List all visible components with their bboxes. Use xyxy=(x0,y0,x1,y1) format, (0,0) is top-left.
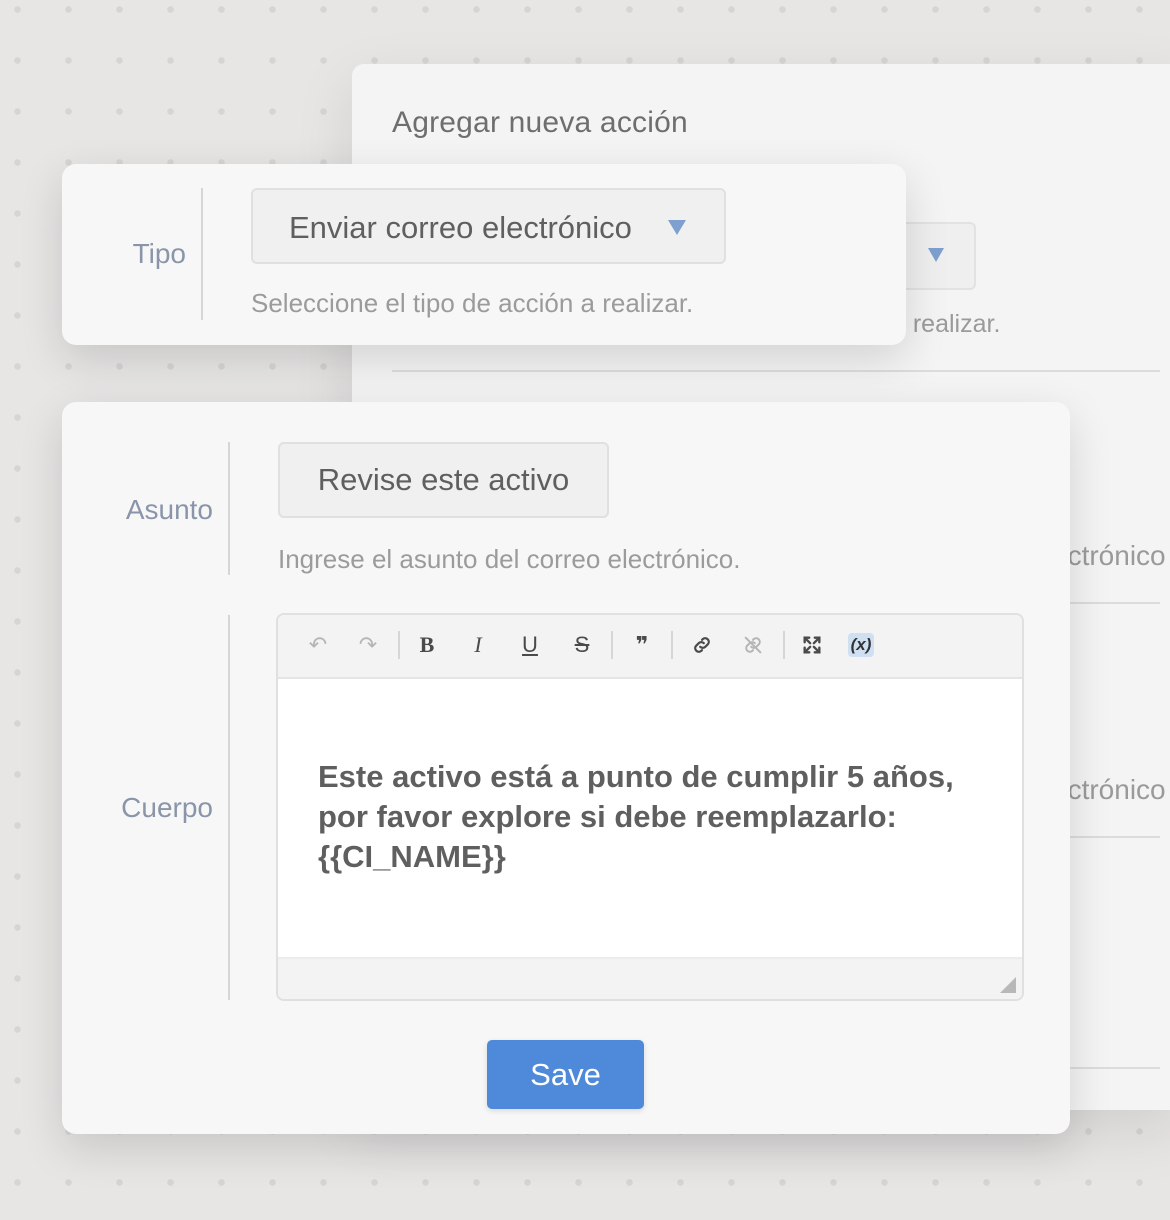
body-text-line: Este activo está a punto de cumplir 5 añ… xyxy=(318,759,954,794)
rich-text-editor[interactable]: ↶ ↷ B I U S ❞ (x) Este activo está a pun… xyxy=(276,613,1024,1001)
unlink-icon[interactable] xyxy=(737,629,769,661)
type-label: Tipo xyxy=(132,238,186,269)
divider xyxy=(228,615,230,1000)
divider xyxy=(228,442,230,575)
type-hint: Seleccione el tipo de acción a realizar. xyxy=(251,288,694,318)
type-select-value: Enviar correo electrónico xyxy=(289,210,632,245)
toolbar-separator xyxy=(783,631,785,659)
editor-content[interactable]: Este activo está a punto de cumplir 5 añ… xyxy=(318,757,992,877)
toolbar-separator xyxy=(611,631,613,659)
variable-icon[interactable]: (x) xyxy=(848,633,874,657)
save-button[interactable]: Save xyxy=(487,1040,644,1109)
body-label: Cuerpo xyxy=(121,792,213,823)
type-field-card: Tipo Enviar correo electrónico Seleccion… xyxy=(62,164,906,345)
italic-icon[interactable]: I xyxy=(462,629,494,661)
email-form-card: Asunto Revise este activo Ingrese el asu… xyxy=(62,402,1070,1134)
bold-icon[interactable]: B xyxy=(411,629,443,661)
fullscreen-icon[interactable] xyxy=(796,629,828,661)
resize-handle-icon[interactable] xyxy=(1000,977,1016,993)
chevron-down-icon xyxy=(668,220,686,235)
editor-statusbar xyxy=(278,957,1022,999)
body-text-line: por favor explore si debe reemplazarlo: xyxy=(318,799,897,834)
chevron-down-icon xyxy=(928,248,944,262)
subject-input[interactable]: Revise este activo xyxy=(278,442,609,518)
subject-hint: Ingrese el asunto del correo electrónico… xyxy=(278,544,741,574)
link-icon[interactable] xyxy=(686,629,718,661)
underline-icon[interactable]: U xyxy=(514,629,546,661)
toolbar-separator xyxy=(398,631,400,659)
dialog-title: Agregar nueva acción xyxy=(392,106,688,139)
strikethrough-icon[interactable]: S xyxy=(566,629,598,661)
subject-label: Asunto xyxy=(125,494,213,525)
blockquote-icon[interactable]: ❞ xyxy=(626,629,658,661)
type-select[interactable]: Enviar correo electrónico xyxy=(251,188,726,264)
body-text-line: {{CI_NAME}} xyxy=(318,839,506,874)
divider xyxy=(392,370,1160,372)
editor-toolbar: ↶ ↷ B I U S ❞ (x) xyxy=(278,615,1022,679)
background-type-hint: a realizar. xyxy=(892,310,1001,338)
toolbar-separator xyxy=(671,631,673,659)
redo-icon[interactable]: ↷ xyxy=(352,629,384,661)
divider xyxy=(201,188,203,320)
undo-icon[interactable]: ↶ xyxy=(302,629,334,661)
